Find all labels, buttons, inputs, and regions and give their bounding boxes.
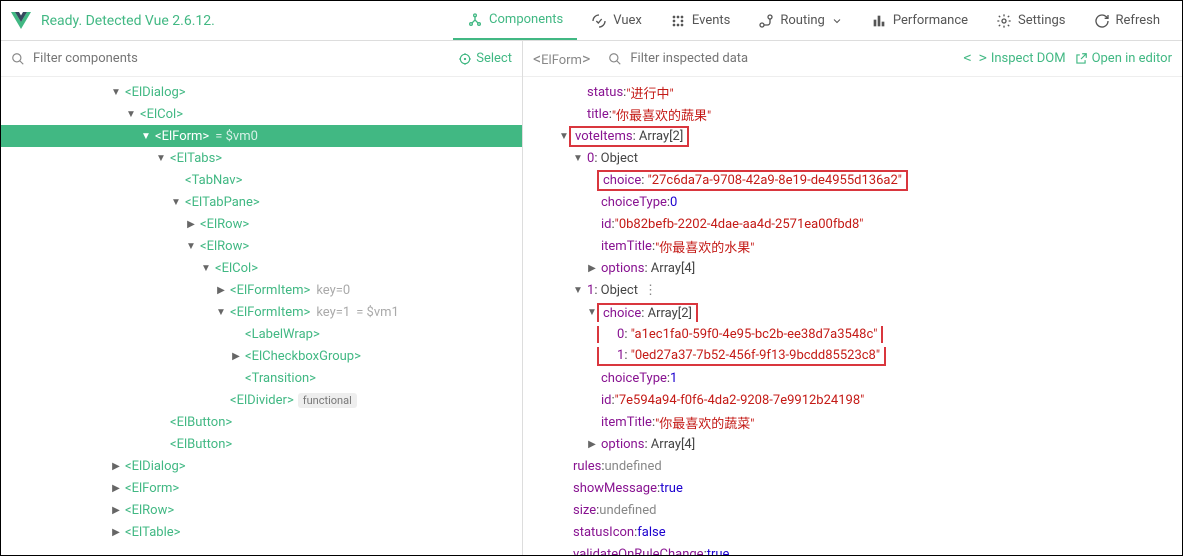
- settings-icon: [996, 13, 1012, 29]
- inspector-title: <ElForm>: [533, 49, 590, 68]
- select-button[interactable]: Select: [458, 51, 512, 66]
- data-row[interactable]: ▶options: Array[4]: [523, 433, 1182, 455]
- data-row[interactable]: statusIcon: false: [523, 521, 1182, 543]
- tree-row[interactable]: <TabNav>: [1, 169, 522, 191]
- tree-row[interactable]: <Transition>: [1, 367, 522, 389]
- data-row[interactable]: choiceType: 1: [523, 367, 1182, 389]
- tree-row[interactable]: ▼<ElRow>: [1, 235, 522, 257]
- tree-row[interactable]: ▶<ElDialog>: [1, 455, 522, 477]
- tab-components[interactable]: Components: [453, 1, 577, 40]
- header: Ready. Detected Vue 2.6.12. Components V…: [1, 1, 1182, 41]
- data-row[interactable]: validateOnRuleChange: true: [523, 543, 1182, 555]
- tab-vuex[interactable]: Vuex: [577, 1, 656, 40]
- ready-text: Ready. Detected Vue 2.6.12.: [41, 13, 215, 29]
- external-icon: [1074, 52, 1088, 66]
- inspector-pane: <ElForm> < >Inspect DOM Open in editor s…: [523, 41, 1182, 555]
- data-row[interactable]: ▼voteItems: Array[2]: [523, 125, 1182, 147]
- data-row[interactable]: choiceType: 0: [523, 191, 1182, 213]
- data-row[interactable]: 1: "0ed27a37-7b52-456f-9f13-9bcdd85523c8…: [523, 345, 1182, 367]
- tree-row[interactable]: ▼<ElFormItem>key=1 = $vm1: [1, 301, 522, 323]
- events-icon: [670, 13, 686, 29]
- data-row[interactable]: title: "你最喜欢的蔬果": [523, 103, 1182, 125]
- vue-logo: [9, 9, 33, 33]
- data-row[interactable]: status: "进行中": [523, 81, 1182, 103]
- tree-row[interactable]: ▶<ElFormItem>key=0: [1, 279, 522, 301]
- data-row[interactable]: itemTitle: "你最喜欢的蔬菜": [523, 411, 1182, 433]
- filter-components-input[interactable]: [33, 51, 450, 66]
- data-row[interactable]: size: undefined: [523, 499, 1182, 521]
- data-row[interactable]: ▼0: Object: [523, 147, 1182, 169]
- tree-row[interactable]: ▼<ElCol>: [1, 257, 522, 279]
- tree-row[interactable]: ▶<ElForm>: [1, 477, 522, 499]
- tree-row[interactable]: <ElDivider>functional: [1, 389, 522, 411]
- tree-row[interactable]: ▶<ElCheckboxGroup>: [1, 345, 522, 367]
- refresh-icon: [1094, 13, 1110, 29]
- tree-row[interactable]: ▼<ElCol>: [1, 103, 522, 125]
- data-row[interactable]: ▼1: Object⋮: [523, 279, 1182, 301]
- open-editor-button[interactable]: Open in editor: [1074, 51, 1172, 66]
- tree-row[interactable]: ▼<ElTabs>: [1, 147, 522, 169]
- components-icon: [467, 12, 483, 28]
- tab-performance[interactable]: Performance: [857, 1, 982, 40]
- data-row[interactable]: itemTitle: "你最喜欢的水果": [523, 235, 1182, 257]
- filter-data-input[interactable]: [630, 51, 955, 66]
- tree-row[interactable]: ▶<ElTable>: [1, 521, 522, 543]
- data-row[interactable]: ▼choice: Array[2]: [523, 301, 1182, 323]
- vuex-icon: [591, 13, 607, 29]
- tab-routing[interactable]: Routing: [744, 1, 856, 40]
- data-row[interactable]: id: "7e594a94-f0f6-4da2-9208-7e9912b2419…: [523, 389, 1182, 411]
- tree-row[interactable]: ▶<ElRow>: [1, 213, 522, 235]
- data-row[interactable]: rules: undefined: [523, 455, 1182, 477]
- tree-row[interactable]: ▼<ElTabPane>: [1, 191, 522, 213]
- tabs: Components Vuex Events Routing Performan…: [453, 1, 1174, 40]
- tree-row[interactable]: <ElButton>: [1, 433, 522, 455]
- tree-row[interactable]: <ElButton>: [1, 411, 522, 433]
- performance-icon: [871, 13, 887, 29]
- tree-row[interactable]: ▼<ElDialog>: [1, 81, 522, 103]
- data-row[interactable]: ▶options: Array[4]: [523, 257, 1182, 279]
- inspector-tree: status: "进行中"title: "你最喜欢的蔬果"▼voteItems:…: [523, 77, 1182, 555]
- tree-row[interactable]: ▼<ElForm>= $vm0: [1, 125, 522, 147]
- tree-row[interactable]: <LabelWrap>: [1, 323, 522, 345]
- tree-row[interactable]: ▶<ElRow>: [1, 499, 522, 521]
- target-icon: [458, 52, 472, 66]
- components-pane: Select ▼<ElDialog>▼<ElCol>▼<ElForm>= $vm…: [1, 41, 523, 555]
- routing-icon: [758, 13, 774, 29]
- tab-refresh[interactable]: Refresh: [1080, 1, 1174, 40]
- data-row[interactable]: choice: "27c6da7a-9708-42a9-8e19-de4955d…: [523, 169, 1182, 191]
- data-row[interactable]: id: "0b82befb-2202-4dae-aa4d-2571ea00fbd…: [523, 213, 1182, 235]
- inspect-dom-button[interactable]: < >Inspect DOM: [963, 51, 1065, 66]
- data-row[interactable]: 0: "a1ec1fa0-59f0-4e95-bc2b-ee38d7a3548c…: [523, 323, 1182, 345]
- tab-settings[interactable]: Settings: [982, 1, 1079, 40]
- tab-events[interactable]: Events: [656, 1, 744, 40]
- search-icon: [11, 52, 25, 66]
- chevron-down-icon: [831, 15, 843, 27]
- data-row[interactable]: showMessage: true: [523, 477, 1182, 499]
- component-tree: ▼<ElDialog>▼<ElCol>▼<ElForm>= $vm0▼<ElTa…: [1, 77, 522, 555]
- search-icon: [608, 52, 622, 66]
